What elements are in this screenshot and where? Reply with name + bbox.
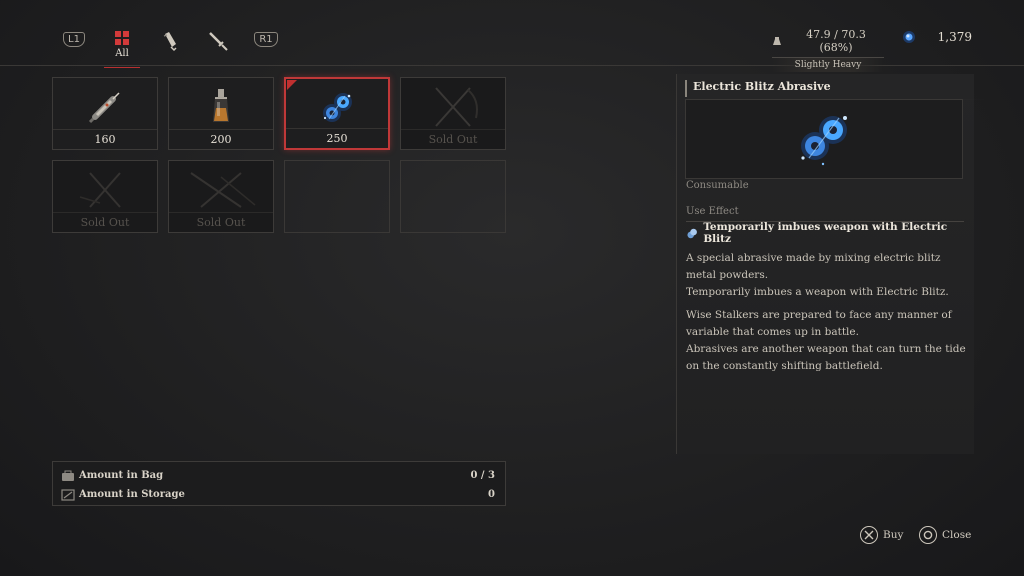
shop-item-selected[interactable]: 250: [284, 77, 390, 150]
item-price: 160: [53, 129, 157, 149]
item-price: Sold Out: [169, 212, 273, 232]
shop-item[interactable]: 200: [168, 77, 274, 150]
weapon-icon: [209, 32, 228, 51]
crossed-blades-icon: [169, 167, 273, 213]
desc-line: Wise Stalkers are prepared to face any m…: [686, 309, 952, 338]
amount-in-bag-label: Amount in Bag: [79, 470, 164, 481]
use-effect-label: Use Effect: [686, 206, 739, 217]
category-tabs: L1 All R1: [50, 28, 290, 68]
close-label: Close: [942, 529, 972, 541]
amount-panel: Amount in Bag 0 / 3 Amount in Storage 0: [52, 461, 506, 506]
shop-item-sold-out[interactable]: Sold Out: [168, 160, 274, 233]
item-price: Sold Out: [401, 129, 505, 149]
bag-icon: [62, 470, 74, 481]
amount-in-storage-label: Amount in Storage: [79, 489, 185, 500]
tab-all[interactable]: All: [98, 28, 146, 68]
crossed-blades-icon: [53, 167, 157, 213]
buy-button[interactable]: Buy: [860, 526, 903, 544]
weight-value: 47.9 / 70.3 (68%): [806, 28, 866, 54]
flask-icon: [169, 84, 273, 130]
weight-indicator: 47.9 / 70.3 (68%) Slightly Heavy: [772, 28, 884, 72]
amount-in-bag-row: Amount in Bag 0 / 3: [61, 466, 495, 485]
crossed-blades-icon: [401, 84, 505, 130]
item-preview: [685, 99, 963, 179]
electric-blitz-abrasive-icon: [801, 116, 847, 166]
tab-next-r1[interactable]: R1: [242, 28, 290, 66]
amount-in-storage-row: Amount in Storage 0: [61, 485, 495, 504]
desc-line: Abrasives are another weapon that can tu…: [686, 343, 966, 372]
currency-display: 1,379: [902, 30, 972, 44]
item-description: A special abrasive made by mixing electr…: [686, 250, 968, 375]
syringe-icon: [53, 84, 157, 130]
storage-icon: [61, 488, 75, 501]
tab-prev-l1[interactable]: L1: [50, 28, 98, 66]
currency-amount: 1,379: [937, 30, 972, 44]
weight-status: Slightly Heavy: [772, 57, 884, 72]
shop-item-sold-out[interactable]: Sold Out: [400, 77, 506, 150]
item-category: Consumable: [686, 180, 749, 191]
circle-button-icon: [919, 526, 937, 544]
amount-in-storage-value: 0: [488, 489, 495, 500]
amount-in-bag-value: 0 / 3: [470, 470, 495, 481]
ergo-icon: [903, 31, 915, 43]
use-effect-text: Temporarily imbues weapon with Electric …: [703, 221, 948, 245]
item-price: 200: [169, 129, 273, 149]
top-bar: L1 All R1 47.9 / 70.3 (68%) Slightly Hea…: [0, 0, 1024, 72]
use-effect: Temporarily imbues weapon with Electric …: [686, 221, 964, 245]
close-button[interactable]: Close: [919, 526, 971, 544]
item-title: Electric Blitz Abrasive: [685, 80, 986, 100]
weight-icon: [772, 37, 781, 45]
shop-item[interactable]: 160: [52, 77, 158, 150]
shop-item-sold-out[interactable]: Sold Out: [52, 160, 158, 233]
item-price: Sold Out: [53, 212, 157, 232]
tab-weapons[interactable]: [194, 28, 242, 66]
tab-all-label: All: [115, 48, 129, 59]
desc-line: A special abrasive made by mixing electr…: [686, 252, 941, 281]
item-price: 250: [286, 128, 388, 148]
desc-line: Temporarily imbues a weapon with Electri…: [686, 286, 949, 298]
r1-button-label: R1: [254, 32, 278, 47]
cross-button-icon: [860, 526, 878, 544]
grid-icon: [115, 31, 129, 45]
shop-item-grid: 160 200 250 Sold Out Sold Out Sold Out: [52, 77, 506, 233]
empty-slot: [284, 160, 390, 233]
l1-button-label: L1: [63, 32, 85, 47]
electric-blitz-abrasive-icon: [286, 85, 388, 131]
consumable-icon: [163, 32, 177, 52]
item-detail-panel: Electric Blitz Abrasive Consumable Use E…: [676, 74, 986, 454]
buy-label: Buy: [883, 529, 904, 541]
tab-consumables[interactable]: [146, 28, 194, 66]
empty-slot: [400, 160, 506, 233]
abrasive-small-icon: [687, 228, 697, 238]
